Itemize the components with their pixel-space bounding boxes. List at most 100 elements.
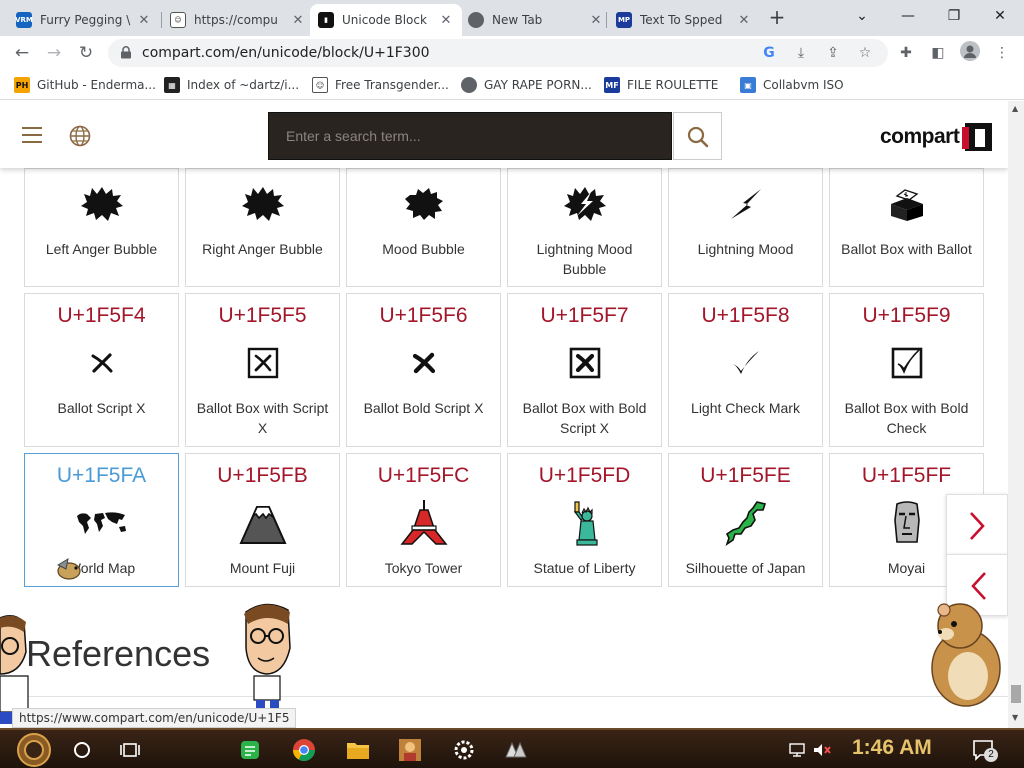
bookmark-label: Index of ~dartz/i...	[187, 78, 300, 92]
char-cell-U+1F5FA[interactable]: U+1F5FA World Map	[24, 453, 179, 587]
web-page: compart Left Anger Bubble Right Anger Bu…	[0, 101, 1008, 727]
char-cell-U+1F5F7[interactable]: U+1F5F7 Ballot Box with Bold Script X	[507, 293, 662, 447]
char-cell-mood-bubble[interactable]: Mood Bubble	[346, 168, 501, 287]
scrollbar-thumb[interactable]	[1011, 685, 1021, 703]
forward-button[interactable]: →	[42, 41, 66, 65]
references-heading: References	[26, 633, 211, 674]
script-x-icon	[25, 344, 178, 382]
char-cell-lightning-mood[interactable]: Lightning Mood	[668, 168, 823, 287]
tab-title: Unicode Block	[342, 13, 427, 27]
char-cell-U+1F5FC[interactable]: U+1F5FC Tokyo Tower	[346, 453, 501, 587]
close-window-button[interactable]: ✕	[988, 4, 1012, 28]
char-cell-U+1F5F4[interactable]: U+1F5F4 Ballot Script X	[24, 293, 179, 447]
vrm-icon: VRM	[15, 12, 33, 28]
char-cell-U+1F5F9[interactable]: U+1F5F9 Ballot Box with Bold Check	[829, 293, 984, 447]
tab-separator	[606, 12, 607, 28]
compart-logo[interactable]: compart	[880, 121, 994, 153]
taskbar-clock[interactable]: 1:46 AM	[852, 736, 932, 760]
new-tab-button[interactable]: +	[766, 6, 788, 28]
google-lens-icon[interactable]: G	[760, 44, 778, 62]
profile-avatar-icon[interactable]	[958, 41, 982, 65]
minimize-button[interactable]: —	[896, 4, 920, 28]
char-cell-U+1F5F5[interactable]: U+1F5F5 Ballot Box with Script X	[185, 293, 340, 447]
reload-button[interactable]: ↻	[74, 41, 98, 65]
search-input[interactable]	[269, 113, 671, 159]
search-taskbar-icon[interactable]	[68, 736, 96, 764]
tab-search-chevron-icon[interactable]: ⌄	[850, 4, 874, 28]
back-button[interactable]: ←	[10, 41, 34, 65]
hamburger-menu-icon[interactable]	[22, 127, 42, 143]
char-name: Silhouette of Japan	[685, 560, 806, 576]
scroll-up-arrow-icon[interactable]: ▲	[1012, 104, 1018, 113]
bookmark-github[interactable]: PH GitHub - Enderma...	[14, 77, 156, 93]
close-icon[interactable]: ✕	[736, 13, 752, 28]
address-bar[interactable]: compart.com/en/unicode/block/U+1F300 G ⤓…	[108, 39, 888, 67]
char-code: U+1F5FB	[217, 464, 308, 487]
install-icon[interactable]: ⤓	[792, 44, 810, 62]
next-arrow-button[interactable]	[946, 494, 1008, 556]
char-name: Ballot Box with Bold Check	[844, 400, 969, 436]
char-name: Statue of Liberty	[533, 560, 636, 576]
char-cell-left-anger-bubble[interactable]: Left Anger Bubble	[24, 168, 179, 287]
notification-badge: 2	[984, 748, 998, 762]
close-icon[interactable]: ✕	[290, 13, 306, 28]
photo-app-icon[interactable]	[396, 736, 424, 764]
bookmark-star-icon[interactable]: ☆	[856, 44, 874, 62]
start-button[interactable]	[16, 732, 52, 768]
extensions-icon[interactable]: ✚	[894, 41, 918, 65]
bookmark-free-transgender[interactable]: ☺ Free Transgender...	[312, 77, 449, 93]
app-taskbar-icon[interactable]	[502, 736, 530, 764]
char-name: Ballot Script X	[57, 400, 146, 416]
char-cell-U+1F5FB[interactable]: U+1F5FB Mount Fuji	[185, 453, 340, 587]
start-gear-icon	[17, 733, 51, 767]
bookmarks-bar: PH GitHub - Enderma... ▦ Index of ~dartz…	[0, 70, 1024, 100]
char-code: U+1F5F5	[218, 304, 307, 327]
compart-logo-mark-icon	[962, 123, 993, 151]
char-code: U+1F5F4	[57, 304, 146, 327]
char-code: U+1F5F7	[540, 304, 629, 327]
chrome-taskbar-icon[interactable]	[290, 736, 318, 764]
bookmark-index-dartz[interactable]: ▦ Index of ~dartz/i...	[164, 77, 299, 93]
bookmark-gay[interactable]: GAY RAPE PORN...	[461, 77, 592, 93]
settings-gear-icon[interactable]	[450, 736, 478, 764]
ph-icon: PH	[14, 77, 30, 93]
language-globe-icon[interactable]	[69, 125, 91, 147]
restore-button[interactable]: ❐	[942, 4, 966, 28]
char-cell-U+1F5F6[interactable]: U+1F5F6 Ballot Bold Script X	[346, 293, 501, 447]
url-text[interactable]: compart.com/en/unicode/block/U+1F300	[142, 45, 430, 61]
bookmark-file-roulette[interactable]: MF FILE ROULETTE	[604, 77, 718, 93]
vertical-scrollbar[interactable]: ▲ ▼	[1008, 101, 1024, 728]
char-cell-U+1F5FD[interactable]: U+1F5FD Statue of Liberty	[507, 453, 662, 587]
sheets-app-icon[interactable]	[236, 736, 264, 764]
search-button[interactable]	[673, 112, 722, 160]
close-icon[interactable]: ✕	[438, 13, 454, 28]
char-name: Ballot Box with Bold Script X	[522, 400, 647, 436]
tab-unicode-block[interactable]: ▮ Unicode Block ✕	[310, 4, 462, 36]
share-icon[interactable]: ⇪	[824, 44, 842, 62]
file-explorer-icon[interactable]	[344, 736, 372, 764]
search-field[interactable]	[268, 112, 672, 160]
notification-center-icon[interactable]: 2	[970, 736, 998, 764]
menu-kebab-icon[interactable]: ⋮	[990, 41, 1014, 65]
tab-new-tab[interactable]: New Tab ✕	[460, 4, 612, 36]
volume-muted-icon[interactable]	[808, 736, 836, 764]
hamster-character	[931, 603, 1001, 707]
tab-text-to-speech[interactable]: MP Text To Spped ✕	[608, 4, 760, 36]
scroll-down-arrow-icon[interactable]: ▼	[1012, 713, 1018, 722]
close-icon[interactable]: ✕	[588, 13, 604, 28]
close-icon[interactable]: ✕	[136, 13, 152, 28]
char-cell-right-anger-bubble[interactable]: Right Anger Bubble	[185, 168, 340, 287]
mask-icon: ☺	[170, 12, 186, 28]
char-cell-ballot-box-with-ballot[interactable]: Ballot Box with Ballot	[829, 168, 984, 287]
char-cell-lightning-mood-bubble[interactable]: Lightning Mood Bubble	[507, 168, 662, 287]
task-view-icon[interactable]	[116, 736, 144, 764]
char-cell-U+1F5F8[interactable]: U+1F5F8 Light Check Mark	[668, 293, 823, 447]
lock-icon[interactable]	[120, 46, 132, 59]
char-name: Mount Fuji	[229, 560, 296, 576]
tab-furry[interactable]: VRM Furry Pegging \ ✕	[8, 4, 160, 36]
bookmark-collabvm[interactable]: ▣ Collabvm ISO	[740, 77, 844, 93]
char-cell-U+1F5FE[interactable]: U+1F5FE Silhouette of Japan	[668, 453, 823, 587]
tab-compu[interactable]: ☺ https://compu ✕	[162, 4, 314, 36]
char-code: U+1F5FD	[538, 464, 631, 487]
side-panel-icon[interactable]: ◧	[926, 41, 950, 65]
